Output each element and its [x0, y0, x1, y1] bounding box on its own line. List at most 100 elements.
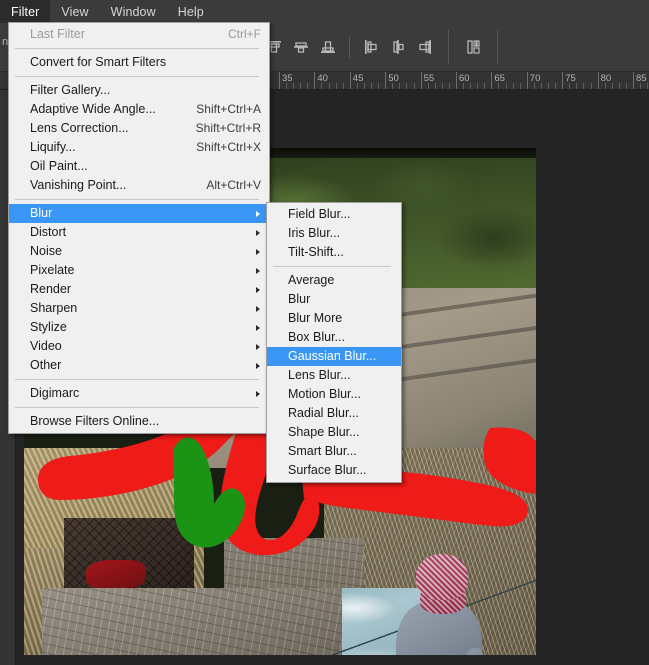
menu-item-label: Liquify...: [30, 140, 76, 154]
menu-item-label: Vanishing Point...: [30, 178, 127, 192]
filter-menu-item-sharpen[interactable]: Sharpen: [9, 299, 269, 318]
menu-item-label: Shape Blur...: [288, 425, 360, 439]
menu-item-label: Oil Paint...: [30, 159, 88, 173]
menu-bar[interactable]: Filter View Window Help: [0, 0, 649, 23]
submenu-arrow-icon: [256, 229, 260, 236]
ruler-minor-tick: [519, 83, 521, 89]
ruler-minor-tick: [300, 83, 302, 89]
menu-item-label: Tilt-Shift...: [288, 245, 344, 259]
blur-submenu-item-shape-blur[interactable]: Shape Blur...: [267, 423, 401, 442]
blur-submenu-item-average[interactable]: Average: [267, 271, 401, 290]
filter-menu-item-video[interactable]: Video: [9, 337, 269, 356]
blur-submenu[interactable]: Field Blur... Iris Blur... Tilt-Shift... Av…: [266, 202, 402, 483]
menubar-item-label: Window: [110, 4, 156, 19]
blur-submenu-item-gaussian-blur[interactable]: Gaussian Blur...: [267, 347, 401, 366]
red-brush-stroke-right-edge: [483, 427, 536, 494]
menubar-item-window[interactable]: Window: [100, 0, 167, 23]
blur-submenu-item-lens-blur[interactable]: Lens Blur...: [267, 366, 401, 385]
menu-item-label: Other: [30, 358, 62, 372]
filter-menu-item-pixelate[interactable]: Pixelate: [9, 261, 269, 280]
blur-submenu-item-field-blur[interactable]: Field Blur...: [267, 205, 401, 224]
filter-menu-item-last-filter[interactable]: Last Filter Ctrl+F: [9, 25, 269, 44]
submenu-arrow-icon: [256, 210, 260, 217]
filter-menu-item-browse-filters-online[interactable]: Browse Filters Online...: [9, 412, 269, 431]
ruler-minor-tick: [399, 83, 401, 89]
ruler-minor-tick: [555, 83, 557, 89]
ruler-minor-tick: [477, 83, 479, 89]
menu-separator: [15, 199, 259, 200]
menu-item-label: Render: [30, 282, 71, 296]
ruler-minor-tick: [293, 83, 295, 89]
alignment-tool-group[interactable]: [262, 23, 508, 71]
align-bottom-edges-icon[interactable]: [316, 35, 340, 59]
ruler-minor-tick: [328, 83, 330, 89]
menu-item-label: Digimarc: [30, 386, 80, 400]
menu-item-label: Adaptive Wide Angle...: [30, 102, 156, 116]
blur-submenu-item-tilt-shift[interactable]: Tilt-Shift...: [267, 243, 401, 262]
blur-submenu-item-iris-blur[interactable]: Iris Blur...: [267, 224, 401, 243]
menu-item-shortcut: Alt+Ctrl+V: [206, 178, 261, 192]
menubar-item-help[interactable]: Help: [167, 0, 215, 23]
submenu-arrow-icon: [256, 343, 260, 350]
ruler-minor-tick: [463, 83, 465, 89]
menu-item-label: Lens Correction...: [30, 121, 129, 135]
filter-menu-item-other[interactable]: Other: [9, 356, 269, 375]
menubar-item-view[interactable]: View: [50, 0, 99, 23]
filter-menu-item-distort[interactable]: Distort: [9, 223, 269, 242]
ruler-minor-tick: [498, 83, 500, 89]
ruler-minor-tick: [434, 83, 436, 89]
blur-submenu-item-surface-blur[interactable]: Surface Blur...: [267, 461, 401, 480]
menu-item-label: Lens Blur...: [288, 368, 351, 382]
align-vertical-centers-icon[interactable]: [289, 35, 313, 59]
blur-submenu-item-blur-more[interactable]: Blur More: [267, 309, 401, 328]
ruler-minor-tick: [618, 83, 620, 89]
filter-menu-item-lens-correction[interactable]: Lens Correction... Shift+Ctrl+R: [9, 119, 269, 138]
filter-menu-item-blur[interactable]: Blur: [9, 204, 269, 223]
ruler-minor-tick: [371, 83, 373, 89]
submenu-arrow-icon: [256, 248, 260, 255]
submenu-arrow-icon: [256, 286, 260, 293]
ruler-minor-tick: [356, 83, 358, 89]
toolbar-divider-3: [497, 30, 498, 64]
ruler-minor-tick: [406, 83, 408, 89]
ruler-minor-tick: [286, 83, 288, 89]
blur-submenu-item-radial-blur[interactable]: Radial Blur...: [267, 404, 401, 423]
filter-menu-item-convert-for-smart-filters[interactable]: Convert for Smart Filters: [9, 53, 269, 72]
filter-menu[interactable]: Last Filter Ctrl+F Convert for Smart Filte…: [8, 22, 270, 434]
ruler-minor-tick: [548, 83, 550, 89]
ruler-minor-tick: [576, 83, 578, 89]
filter-menu-item-digimarc[interactable]: Digimarc: [9, 384, 269, 403]
align-horizontal-centers-icon[interactable]: [386, 35, 410, 59]
align-left-edges-icon[interactable]: [359, 35, 383, 59]
ruler-minor-tick: [413, 83, 415, 89]
toolbar-divider-1: [349, 36, 350, 58]
toolbar-divider-2: [448, 30, 449, 64]
menu-item-label: Browse Filters Online...: [30, 414, 160, 428]
ruler-minor-tick: [540, 83, 542, 89]
menu-item-label: Convert for Smart Filters: [30, 55, 167, 69]
filter-menu-item-render[interactable]: Render: [9, 280, 269, 299]
menu-item-label: Box Blur...: [288, 330, 345, 344]
menu-separator: [15, 407, 259, 408]
menubar-item-label: View: [61, 4, 89, 19]
filter-menu-item-adaptive-wide-angle[interactable]: Adaptive Wide Angle... Shift+Ctrl+A: [9, 100, 269, 119]
ruler-minor-tick: [512, 83, 514, 89]
filter-menu-item-filter-gallery[interactable]: Filter Gallery...: [9, 81, 269, 100]
filter-menu-item-oil-paint[interactable]: Oil Paint...: [9, 157, 269, 176]
ruler-minor-tick: [427, 83, 429, 89]
align-right-edges-icon[interactable]: [413, 35, 437, 59]
filter-menu-item-liquify[interactable]: Liquify... Shift+Ctrl+X: [9, 138, 269, 157]
blur-submenu-item-box-blur[interactable]: Box Blur...: [267, 328, 401, 347]
menu-item-label: Iris Blur...: [288, 226, 341, 240]
menubar-item-filter[interactable]: Filter: [0, 0, 51, 23]
menu-item-label: Pixelate: [30, 263, 75, 277]
filter-menu-item-vanishing-point[interactable]: Vanishing Point... Alt+Ctrl+V: [9, 176, 269, 195]
blur-submenu-item-smart-blur[interactable]: Smart Blur...: [267, 442, 401, 461]
filter-menu-item-stylize[interactable]: Stylize: [9, 318, 269, 337]
distribute-icon[interactable]: [462, 35, 486, 59]
blur-submenu-item-motion-blur[interactable]: Motion Blur...: [267, 385, 401, 404]
filter-menu-item-noise[interactable]: Noise: [9, 242, 269, 261]
blur-submenu-item-blur[interactable]: Blur: [267, 290, 401, 309]
menubar-item-label: Help: [177, 4, 204, 19]
ruler-minor-tick: [583, 83, 585, 89]
